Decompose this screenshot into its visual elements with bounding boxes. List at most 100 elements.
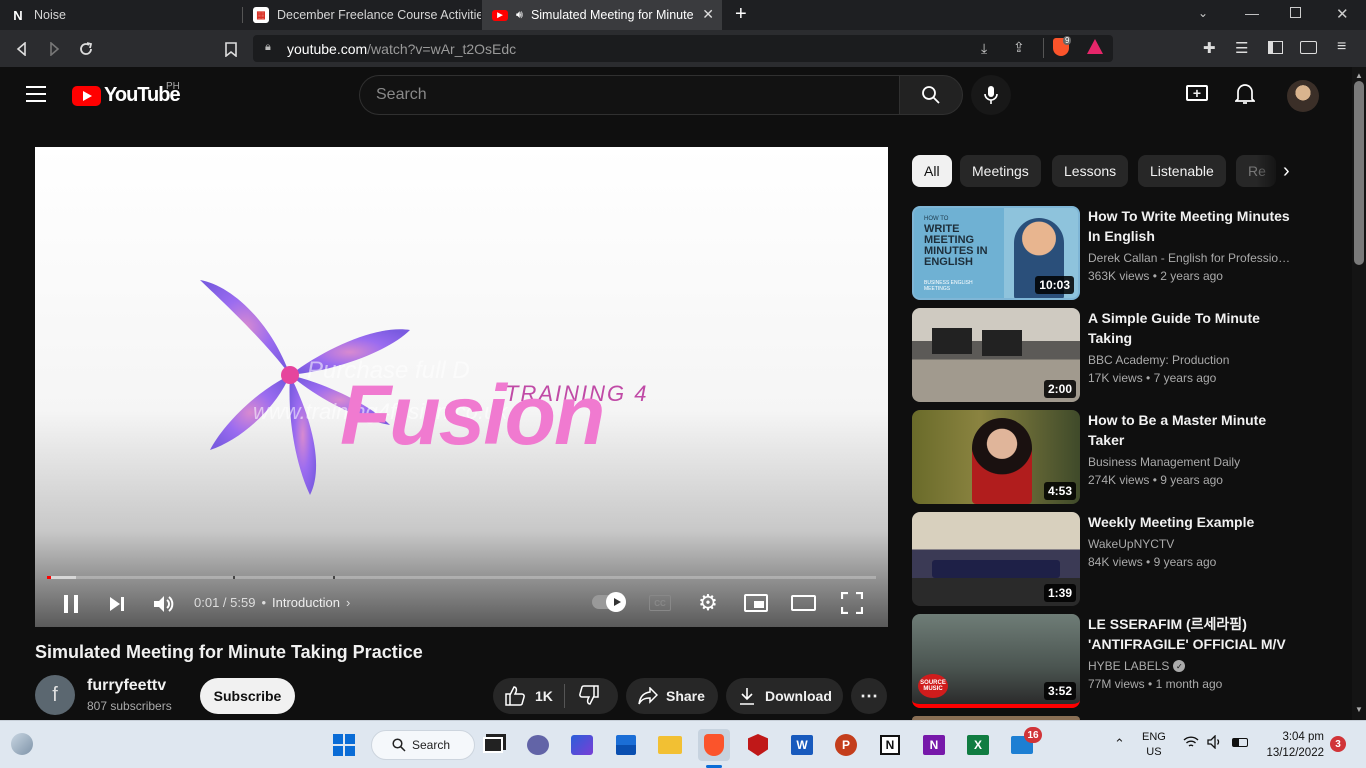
chevron-right-icon[interactable]: › (1283, 160, 1290, 183)
search-button[interactable] (899, 75, 963, 115)
chapter-title[interactable]: Introduction (272, 595, 340, 610)
recommendation-item[interactable]: SOURCE MUSIC 3:52 LE SSERAFIM (르세라핌) 'AN… (912, 614, 1292, 708)
chip-listenable[interactable]: Listenable (1138, 155, 1226, 187)
wallet-icon[interactable] (1300, 41, 1317, 54)
mcafee-icon[interactable] (742, 729, 774, 761)
url-bar[interactable]: 🔒︎ youtube.com/watch?v=wAr_t2OsEdc ⤓ ⇪ 9 (253, 35, 1113, 62)
wifi-icon[interactable] (1183, 735, 1199, 752)
minimize-icon[interactable]: — (1245, 5, 1259, 21)
scroll-down-icon[interactable]: ▼ (1355, 705, 1363, 714)
channel-avatar[interactable]: f (35, 675, 75, 715)
teams-chat-icon[interactable] (522, 729, 554, 761)
search-input[interactable]: Search (359, 75, 899, 115)
forward-icon[interactable] (43, 38, 65, 60)
brave-rewards-icon[interactable] (1087, 39, 1103, 54)
task-view-icon[interactable] (477, 729, 509, 761)
share-page-icon[interactable]: ⇪ (1013, 39, 1025, 56)
recommendation-item[interactable]: 1:39 Weekly Meeting Example WakeUpNYCTV … (912, 512, 1292, 606)
chip-all[interactable]: All (912, 155, 952, 187)
volume-button[interactable] (152, 592, 176, 616)
voice-search-button[interactable] (971, 75, 1011, 115)
recommendation-title[interactable]: How to Be a Master Minute Taker (1088, 410, 1294, 450)
install-app-icon[interactable]: ⤓ (981, 40, 987, 57)
recommendation-channel[interactable]: HYBE LABELS ✓ (1088, 659, 1294, 673)
close-tab-icon[interactable]: ✕ (702, 6, 714, 23)
brave-browser-icon[interactable] (698, 729, 730, 761)
fullscreen-icon[interactable] (840, 591, 864, 615)
captions-icon[interactable]: CC (649, 595, 671, 611)
notifications-icon[interactable] (1233, 83, 1257, 110)
extensions-icon[interactable]: ✚ (1203, 39, 1216, 57)
tab-noise[interactable]: N Noise (0, 0, 242, 30)
recommendation-channel[interactable]: BBC Academy: Production (1088, 353, 1294, 367)
chip-lessons[interactable]: Lessons (1052, 155, 1129, 187)
microsoft-store-icon[interactable] (610, 729, 642, 761)
tab-search-chevron-icon[interactable]: ⌄ (1198, 6, 1208, 20)
chip-meetings[interactable]: Meetings (960, 155, 1041, 187)
chevron-right-icon[interactable]: › (346, 595, 350, 610)
channel-name[interactable]: furryfeettv (87, 677, 166, 695)
language-indicator[interactable]: ENG US (1142, 730, 1166, 760)
settings-gear-icon[interactable]: ⚙ (696, 590, 720, 615)
weather-icon[interactable] (11, 733, 33, 755)
avatar[interactable] (1287, 80, 1319, 112)
menu-icon[interactable]: ≡ (1337, 38, 1346, 56)
thumbnail[interactable]: 1:39 (912, 512, 1080, 606)
dislike-button[interactable] (565, 684, 599, 708)
recommendation-item[interactable]: 4:53 How to Be a Master Minute Taker Bus… (912, 410, 1292, 504)
notion-app-icon[interactable]: N (874, 729, 906, 761)
snipping-tool-icon[interactable] (566, 729, 598, 761)
show-hidden-icons-chevron-icon[interactable]: ⌃ (1114, 736, 1125, 752)
subscribe-button[interactable]: Subscribe (200, 678, 295, 714)
recommendation-channel[interactable]: Business Management Daily (1088, 455, 1294, 469)
recommendation-item[interactable]: 2:00 A Simple Guide To Minute Taking BBC… (912, 308, 1292, 402)
autoplay-toggle[interactable] (592, 592, 626, 612)
excel-icon[interactable]: X (962, 729, 994, 761)
more-actions-icon[interactable]: ⋯ (851, 678, 887, 714)
thumbnail[interactable]: 4:53 (912, 410, 1080, 504)
pause-button[interactable] (59, 592, 83, 616)
youtube-logo[interactable]: YouTube (72, 84, 181, 107)
thumbnail[interactable]: HOW TO WRITE MEETING MINUTES IN ENGLISH … (912, 206, 1080, 300)
thumbnail[interactable]: SOURCE MUSIC 3:52 (912, 614, 1080, 708)
progress-bar[interactable] (47, 576, 876, 579)
battery-icon[interactable] (1232, 738, 1248, 747)
download-button[interactable]: Download (726, 678, 843, 714)
recommendation-channel[interactable]: WakeUpNYCTV (1088, 537, 1294, 551)
bookmark-icon[interactable] (220, 38, 242, 60)
next-button[interactable] (105, 592, 129, 616)
file-explorer-icon[interactable] (654, 729, 686, 761)
miniplayer-icon[interactable] (744, 594, 768, 612)
scroll-up-icon[interactable]: ▲ (1355, 71, 1363, 80)
tab-youtube[interactable]: ▶ 🔊︎ Simulated Meeting for Minute Taking… (482, 0, 722, 30)
onenote-icon[interactable]: N (918, 729, 950, 761)
close-window-icon[interactable]: ✕ (1336, 5, 1349, 23)
notification-center-badge[interactable]: 3 (1330, 736, 1346, 752)
tab-freelance[interactable]: ▦ December Freelance Course Activities (243, 0, 481, 30)
volume-tray-icon[interactable] (1207, 734, 1223, 754)
new-tab-icon[interactable]: + (735, 3, 747, 26)
taskbar-search[interactable]: Search (371, 730, 475, 760)
start-button[interactable] (328, 729, 360, 761)
recommendation-title[interactable]: Weekly Meeting Example (1088, 512, 1294, 532)
playlist-icon[interactable]: ☰ (1235, 39, 1248, 57)
like-button[interactable]: 1K (493, 684, 565, 708)
thumbnail[interactable]: 2:00 (912, 308, 1080, 402)
back-icon[interactable] (11, 38, 33, 60)
recommendation-title[interactable]: LE SSERAFIM (르세라핌) 'ANTIFRAGILE' OFFICIA… (1088, 614, 1294, 654)
hamburger-menu-icon[interactable] (26, 86, 46, 102)
page-scrollbar[interactable]: ▲ ▼ (1352, 67, 1366, 720)
theater-mode-icon[interactable] (791, 595, 816, 611)
create-video-icon[interactable]: + (1186, 85, 1208, 101)
sidebar-icon[interactable] (1268, 41, 1283, 54)
reload-icon[interactable] (75, 38, 97, 60)
recommendation-title[interactable]: A Simple Guide To Minute Taking (1088, 308, 1294, 348)
powerpoint-icon[interactable]: P (830, 729, 862, 761)
share-button[interactable]: Share (626, 678, 718, 714)
video-player[interactable]: Purchase full D www.training4fusion.co.u… (35, 147, 888, 627)
recommendation-title[interactable]: How To Write Meeting Minutes In English (1088, 206, 1294, 246)
maximize-icon[interactable] (1290, 7, 1301, 18)
recommendation-item[interactable]: HOW TO WRITE MEETING MINUTES IN ENGLISH … (912, 206, 1294, 300)
word-icon[interactable]: W (786, 729, 818, 761)
recommendation-channel[interactable]: Derek Callan - English for Professionals (1088, 251, 1294, 265)
